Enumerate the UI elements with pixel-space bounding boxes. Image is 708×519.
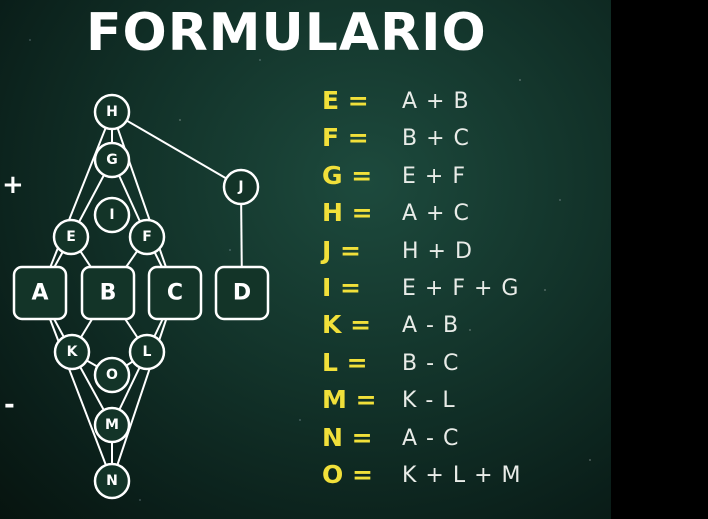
formula-lhs: N =	[322, 422, 373, 452]
node-J-label: J	[237, 179, 243, 195]
node-N: N	[93, 462, 131, 500]
formula-rhs: K + L + M	[402, 462, 522, 488]
node-M-label: M	[105, 417, 119, 433]
formula-row: I = E + F + G	[322, 271, 582, 308]
formula-row: H = A + C	[322, 196, 582, 233]
formula-lhs: H =	[322, 198, 373, 228]
node-D-label: D	[233, 281, 251, 306]
formula-rhs: A - C	[402, 425, 460, 451]
formula-lhs: O =	[322, 459, 373, 489]
formula-row: F = B + C	[322, 121, 582, 158]
node-H-label: H	[106, 104, 118, 120]
node-L: L	[128, 333, 166, 371]
node-I-label: I	[109, 207, 114, 223]
node-G-label: G	[106, 152, 118, 168]
node-F-label: F	[142, 229, 152, 245]
formula-row: M = K - L	[322, 383, 582, 420]
node-G: G	[93, 141, 131, 179]
node-C: C	[147, 265, 203, 321]
node-I: I	[93, 196, 131, 234]
formula-lhs: I =	[322, 272, 361, 302]
node-O: O	[93, 356, 131, 394]
node-D: D	[214, 265, 270, 321]
node-A-label: A	[31, 281, 48, 306]
node-K: K	[53, 333, 91, 371]
node-O-label: O	[106, 367, 118, 383]
formula-lhs: J =	[322, 235, 361, 265]
node-E: E	[52, 218, 90, 256]
formula-rhs: K - L	[402, 388, 456, 414]
formula-lhs: E =	[322, 86, 369, 115]
node-E-label: E	[66, 229, 76, 245]
formula-rhs: A + B	[402, 89, 470, 114]
formula-rhs: E + F + G	[402, 275, 520, 301]
node-F: F	[128, 218, 166, 256]
node-H: H	[93, 93, 131, 131]
formula-row: G = E + F	[322, 159, 582, 196]
formula-row: L = B - C	[322, 346, 582, 383]
edge-H-J	[111, 111, 242, 188]
formula-row: J = H + D	[322, 234, 582, 271]
formula-row: O = K + L + M	[322, 458, 582, 495]
formula-rhs: E + F	[402, 163, 466, 189]
black-side-band	[611, 0, 708, 519]
formula-lhs: L =	[322, 347, 368, 377]
node-J: J	[222, 168, 260, 206]
formula-rhs: H + D	[402, 238, 473, 264]
formula-lhs: M =	[322, 385, 377, 415]
node-K-label: K	[67, 344, 79, 360]
formula-row: E = A + B	[322, 84, 582, 121]
formula-list: E = A + B F = B + C G = E + F H = A + C J = H + D…	[322, 84, 582, 495]
formula-rhs: B - C	[402, 350, 460, 376]
formula-rhs: A + C	[402, 201, 470, 227]
node-M: M	[93, 406, 131, 444]
node-L-label: L	[143, 344, 152, 360]
formula-lhs: K =	[322, 310, 372, 340]
node-N-label: N	[106, 473, 118, 489]
node-B: B	[80, 265, 136, 321]
formula-rhs: A - B	[402, 313, 460, 339]
formula-row: N = A - C	[322, 421, 582, 458]
formula-lhs: F =	[322, 123, 369, 153]
node-A: A	[12, 265, 68, 321]
node-diagram: H G J I E F A B C D K L O M N	[12, 93, 270, 500]
formula-rhs: B + C	[402, 126, 470, 152]
node-B-label: B	[100, 281, 117, 306]
formula-row: K = A - B	[322, 308, 582, 345]
node-C-label: C	[167, 281, 183, 306]
formula-lhs: G =	[322, 160, 373, 190]
poster-panel: FORMULARIO + - HGJIEFABCDKLOMN E = A + BF…	[0, 0, 611, 519]
